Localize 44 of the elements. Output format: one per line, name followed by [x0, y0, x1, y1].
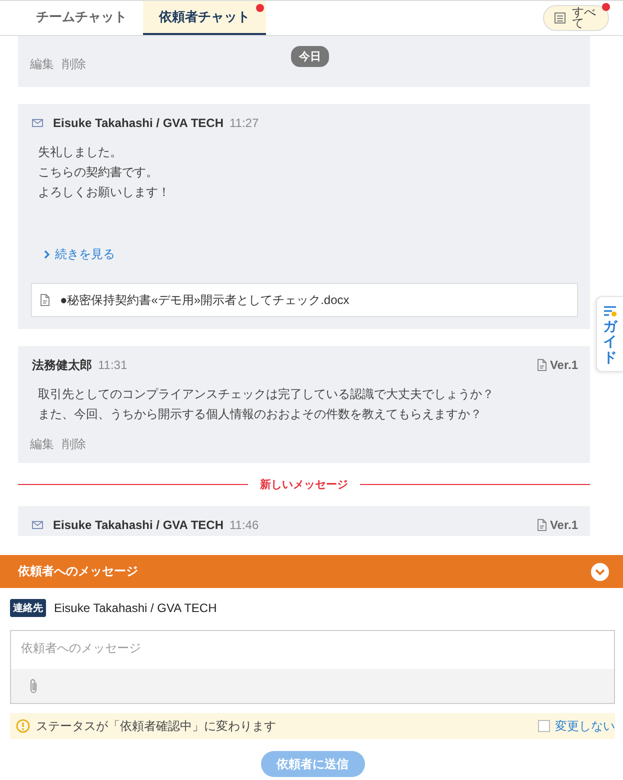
- checkbox[interactable]: [538, 720, 550, 732]
- paperclip-icon: [29, 678, 39, 694]
- sender-name: Eisuke Takahashi / GVA TECH: [53, 518, 224, 532]
- composer-title: 依頼者へのメッセージ: [18, 563, 138, 580]
- chevron-icon: [44, 250, 50, 259]
- version-label: Ver.1: [550, 358, 578, 372]
- guide-tab[interactable]: ガイド: [596, 296, 623, 372]
- version-label: Ver.1: [550, 518, 578, 532]
- chevron-icon[interactable]: [591, 562, 609, 580]
- sender-name: 法務健太郎: [32, 356, 92, 374]
- message-time: 11:27: [230, 116, 259, 130]
- checkbox-label[interactable]: 変更しない: [555, 718, 615, 734]
- warning-icon: [16, 719, 30, 733]
- mail-icon: [32, 118, 43, 128]
- contact-tag: 連絡先: [10, 599, 46, 617]
- sender-name: Eisuke Takahashi / GVA TECH: [53, 116, 224, 130]
- message-time: 11:31: [98, 358, 128, 372]
- mail-icon: [32, 520, 43, 530]
- filter-button[interactable]: すべて: [543, 5, 609, 31]
- document-icon: [536, 359, 547, 371]
- guide-icon: [603, 305, 617, 317]
- message-time: 11:46: [230, 518, 259, 532]
- action-link[interactable]: 削除: [62, 436, 86, 453]
- chat-tab[interactable]: チームチャット: [20, 1, 143, 35]
- message-text: 取引先としてのコンプライアンスチェックは完了している認識で大丈夫でしょうか？ また、今回、うちから開示する個人情報のおおよその件数を教えてもらえますか？: [37, 386, 495, 423]
- action-link[interactable]: 削除: [62, 56, 86, 73]
- list-icon: [554, 12, 566, 24]
- message-field[interactable]: 依頼者へのメッセージ: [10, 630, 615, 704]
- show-more-link[interactable]: 続きを見る: [18, 246, 590, 263]
- attachment-card[interactable]: ●秘密保持契約書«デモ用»開示者としてチェック.docx: [31, 283, 578, 317]
- unread-dot: [256, 4, 264, 12]
- new-messages-label: 新しいメッセージ: [260, 478, 348, 492]
- document-icon: [40, 294, 50, 306]
- date-badge: 今日: [291, 46, 329, 67]
- contact-name: Eisuke Takahashi / GVA TECH: [54, 601, 217, 615]
- message-text: 失礼しました。 こちらの契約書です。 よろしくお願いします！: [37, 144, 171, 201]
- action-link[interactable]: 編集: [30, 436, 54, 453]
- notice-text: ステータスが「依頼者確認中」に変わります: [36, 718, 276, 734]
- file-name: ●秘密保持契約書«デモ用»開示者としてチェック.docx: [60, 292, 350, 308]
- action-link[interactable]: 編集: [30, 56, 54, 73]
- chat-tab[interactable]: 依頼者チャット: [143, 1, 266, 35]
- document-icon: [536, 519, 547, 531]
- unread-dot: [602, 3, 610, 11]
- composer-header[interactable]: 依頼者へのメッセージ: [0, 555, 623, 588]
